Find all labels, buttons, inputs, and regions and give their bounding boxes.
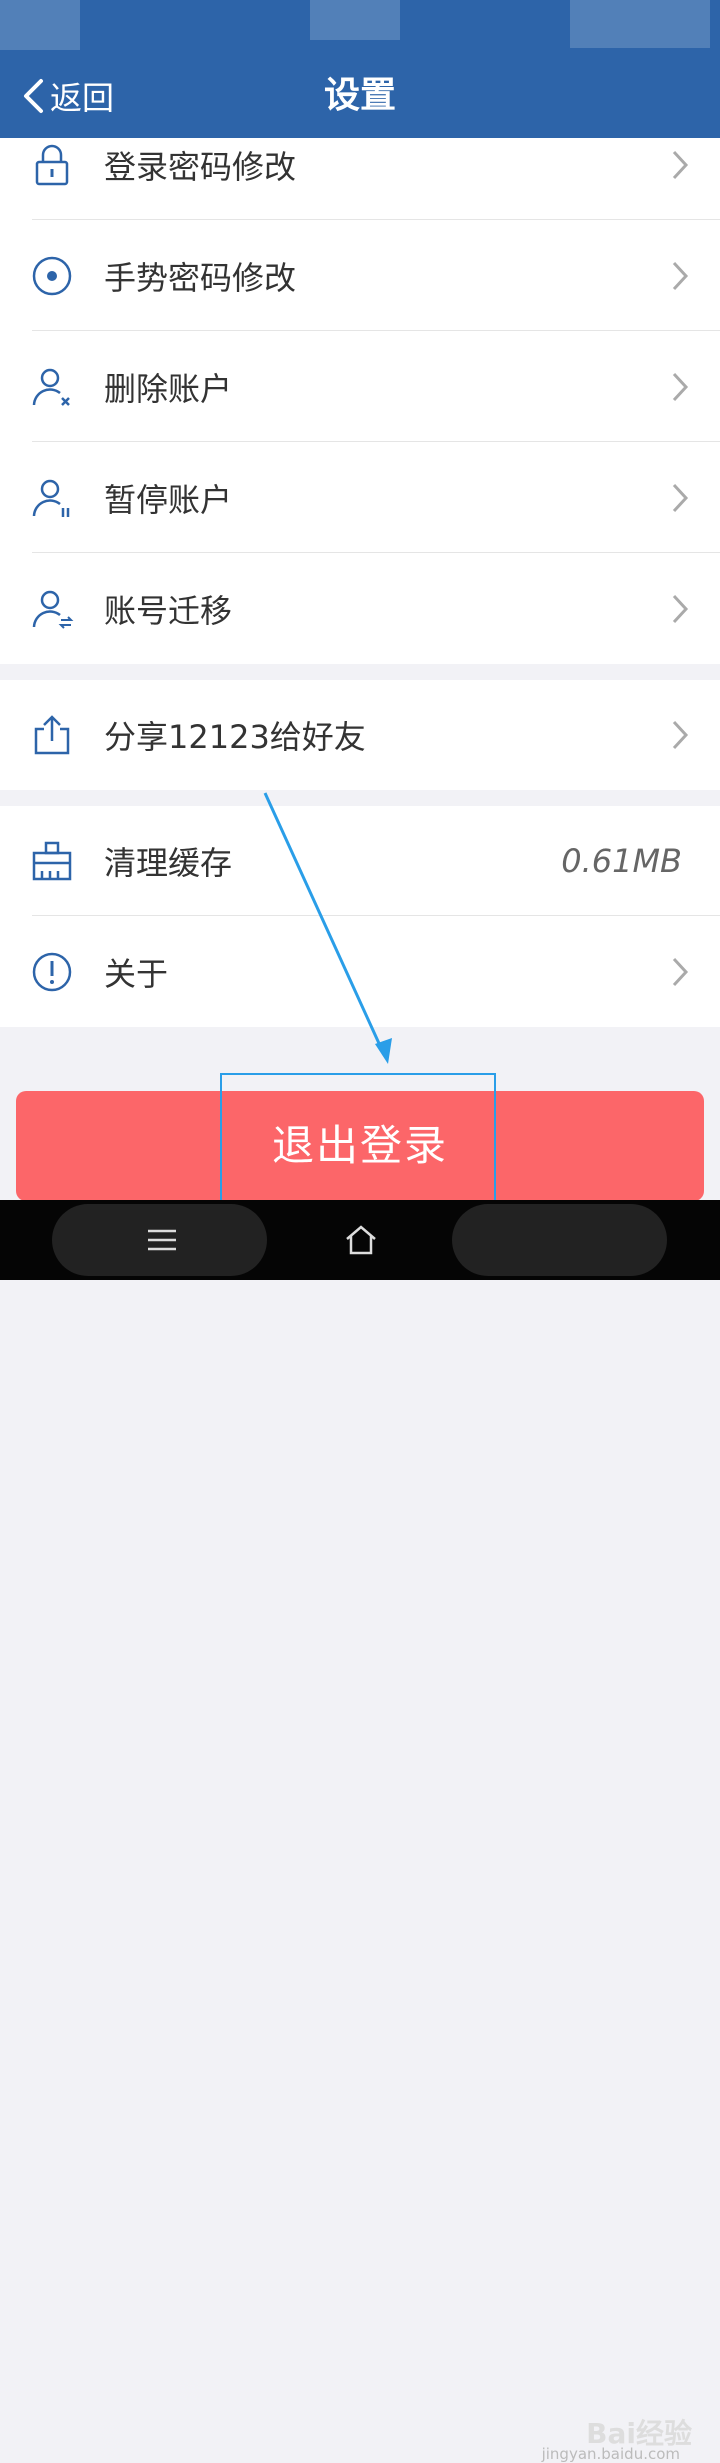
menu-icon[interactable] bbox=[146, 1224, 178, 1256]
home-icon[interactable] bbox=[343, 1224, 379, 1256]
annotation-highlight-box bbox=[220, 1073, 496, 1207]
nav-pill bbox=[452, 1204, 667, 1276]
system-navigation-bar: Bai经验 jingyan.baidu.com bbox=[0, 1200, 720, 2463]
watermark-url: jingyan.baidu.com bbox=[541, 2445, 680, 2463]
